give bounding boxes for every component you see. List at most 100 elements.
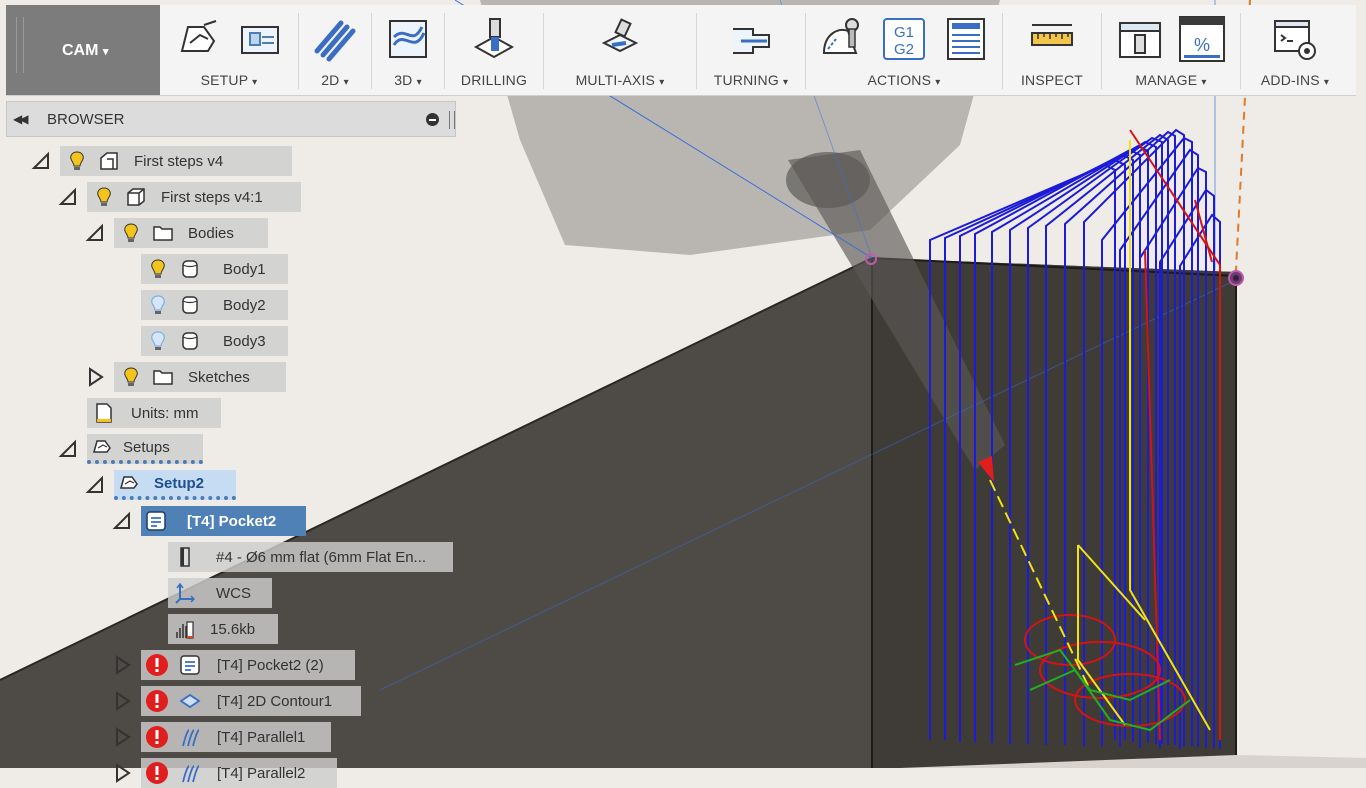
pocket-operation-icon: [180, 655, 200, 675]
setup-label: SETUP: [200, 72, 249, 88]
multi-axis-group[interactable]: MULTI-AXIS ▾: [544, 5, 696, 95]
simulate-icon[interactable]: [818, 15, 866, 63]
3d-adaptive-icon[interactable]: [384, 15, 432, 63]
add-ins-group[interactable]: ADD-INS ▾: [1241, 5, 1349, 95]
tree-label: WCS: [216, 584, 251, 602]
workspace-switcher[interactable]: CAM ▾: [6, 5, 160, 95]
2d-pocket-icon[interactable]: [311, 15, 359, 63]
lightbulb-off-icon[interactable]: [147, 330, 169, 352]
inspect-label: INSPECT: [1020, 72, 1084, 88]
svg-text:G2: G2: [894, 41, 914, 58]
expand-icon[interactable]: [57, 434, 81, 464]
expand-icon[interactable]: [111, 506, 135, 536]
lightbulb-off-icon[interactable]: [147, 294, 169, 316]
bodies-pill[interactable]: Bodies: [114, 218, 268, 248]
turning-dropdown-icon: ▾: [783, 77, 789, 88]
2d-group[interactable]: 2D ▾: [299, 5, 371, 95]
sketches-pill[interactable]: Sketches: [114, 362, 286, 392]
collapsed-icon[interactable]: [111, 758, 135, 788]
wcs-axes-icon: [175, 582, 196, 604]
body-icon: [182, 332, 198, 350]
tree-label: [T4] Parallel1: [217, 728, 306, 746]
collapsed-icon[interactable]: [111, 650, 135, 680]
expand-icon[interactable]: [84, 470, 108, 500]
body2-pill[interactable]: Body2: [141, 290, 288, 320]
setup-folder-icon[interactable]: [236, 15, 284, 63]
drilling-group[interactable]: DRILLING: [445, 5, 543, 95]
expand-icon[interactable]: [84, 218, 108, 248]
document-pill[interactable]: First steps v4: [60, 146, 292, 176]
setups-icon: [93, 440, 111, 453]
error-icon: [146, 654, 168, 676]
panel-pin-icon[interactable]: [449, 111, 455, 129]
tree-label: Body2: [223, 296, 266, 314]
minimize-icon[interactable]: [426, 113, 439, 126]
inspect-group[interactable]: INSPECT: [1003, 5, 1101, 95]
measure-icon[interactable]: [1028, 15, 1076, 63]
error-icon: [146, 726, 168, 748]
workspace-dropdown-icon: ▾: [102, 46, 109, 58]
body-icon: [182, 260, 198, 278]
2d-contour1-pill[interactable]: [T4] 2D Contour1: [141, 686, 361, 716]
scripts-addins-icon[interactable]: [1271, 15, 1319, 63]
drilling-label: DRILLING: [460, 72, 528, 88]
3d-label: 3D: [394, 72, 413, 88]
template-library-icon[interactable]: %: [1178, 15, 1226, 63]
error-icon: [146, 690, 168, 712]
lightbulb-icon[interactable]: [147, 258, 169, 280]
collapse-panel-icon[interactable]: ◀◀: [13, 112, 29, 126]
setup2-pill[interactable]: Setup2: [114, 470, 236, 500]
setup-sheet-icon[interactable]: [942, 15, 990, 63]
turning-group[interactable]: TURNING ▾: [697, 5, 805, 95]
nc-program-icon: [176, 621, 194, 639]
drill-icon[interactable]: [470, 15, 518, 63]
collapsed-icon[interactable]: [84, 362, 108, 392]
body3-pill[interactable]: Body3: [141, 326, 288, 356]
cam-toolbar: CAM ▾ SETUP ▾ 2D ▾ 3D ▾ DRILLING MULTI-A…: [6, 5, 1356, 96]
tree-label: Bodies: [188, 224, 234, 242]
body-icon: [182, 296, 198, 314]
pocket2-pill[interactable]: [T4] Pocket2: [141, 506, 306, 536]
new-setup-icon[interactable]: [174, 15, 222, 63]
browser-title: BROWSER: [47, 111, 125, 128]
lightbulb-icon[interactable]: [120, 366, 142, 388]
multi-axis-dropdown-icon: ▾: [659, 77, 665, 88]
tree-label: 15.6kb: [210, 620, 256, 638]
turning-label: TURNING: [713, 72, 779, 88]
manage-group[interactable]: % MANAGE ▾: [1102, 5, 1240, 95]
file-size-pill[interactable]: 15.6kb: [168, 614, 278, 644]
turning-icon[interactable]: [727, 15, 775, 63]
setup-group[interactable]: SETUP ▾: [160, 5, 298, 95]
body1-pill[interactable]: Body1: [141, 254, 288, 284]
lightbulb-icon[interactable]: [120, 222, 142, 244]
browser-panel-header: ◀◀ BROWSER: [6, 101, 456, 137]
tree-label: [T4] 2D Contour1: [217, 692, 333, 710]
parallel-operation-icon: [182, 765, 200, 783]
manage-dropdown-icon: ▾: [1201, 77, 1207, 88]
lightbulb-icon[interactable]: [66, 150, 88, 172]
expand-icon[interactable]: [30, 146, 54, 176]
lightbulb-icon[interactable]: [93, 186, 115, 208]
parallel1-pill[interactable]: [T4] Parallel1: [141, 722, 331, 752]
tool-library-icon[interactable]: [1116, 15, 1164, 63]
collapsed-icon[interactable]: [111, 722, 135, 752]
parallel2-pill[interactable]: [T4] Parallel2: [141, 758, 337, 788]
actions-group[interactable]: G1 G2 ACTIONS ▾: [806, 5, 1002, 95]
pocket2-2-pill[interactable]: [T4] Pocket2 (2): [141, 650, 355, 680]
3d-group[interactable]: 3D ▾: [372, 5, 444, 95]
multi-axis-icon[interactable]: [596, 15, 644, 63]
units-pill[interactable]: Units: mm: [87, 398, 221, 428]
tree-label: First steps v4:1: [161, 188, 263, 206]
tool-pill[interactable]: #4 - Ø6 mm flat (6mm Flat En...: [168, 542, 453, 572]
component-pill[interactable]: First steps v4:1: [87, 182, 301, 212]
wcs-pill[interactable]: WCS: [168, 578, 272, 608]
tree-label: [T4] Parallel2: [217, 764, 306, 782]
expand-icon[interactable]: [57, 182, 81, 212]
collapsed-icon[interactable]: [111, 686, 135, 716]
tree-label: Body1: [223, 260, 266, 278]
post-process-icon[interactable]: G1G2: [880, 15, 928, 63]
tree-label: [T4] Pocket2: [187, 512, 277, 530]
3d-dropdown-icon: ▾: [416, 77, 422, 88]
toolbar-grip[interactable]: [16, 17, 24, 73]
setups-pill[interactable]: Setups: [87, 434, 203, 464]
